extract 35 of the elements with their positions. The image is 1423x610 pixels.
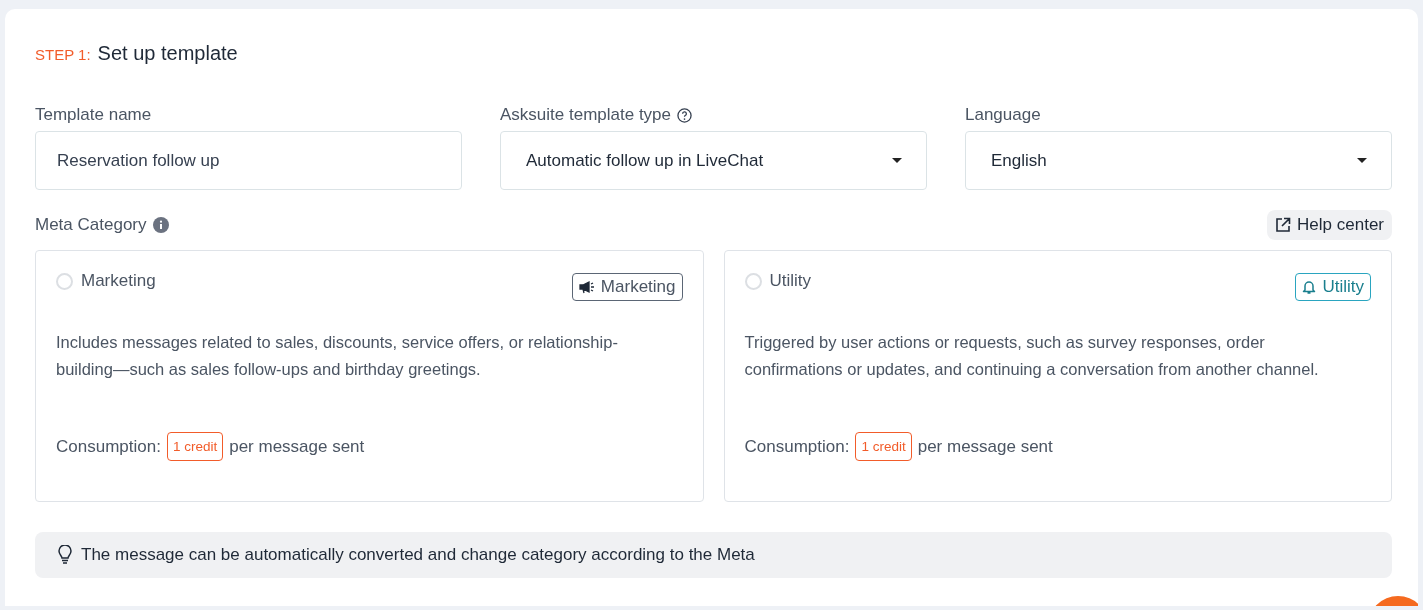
consumption-label: Consumption:	[744, 436, 850, 457]
category-card[interactable]	[723, 250, 1392, 502]
category-card[interactable]: Marketing Marketing Includes messages related to sales, discounts, service offers, or relationship-building—such as sales follow-ups and birthday greetings. Consumption: 1 credit per message sent	[35, 250, 704, 502]
consumption-suffix: per message sent	[229, 436, 365, 457]
input-field[interactable]: Reservation follow up	[35, 131, 462, 190]
category-radio[interactable]: Utility	[744, 271, 812, 291]
field-label: Language	[965, 105, 1041, 125]
section-title: Set up template	[97, 42, 238, 65]
select-field[interactable]: English	[965, 131, 1392, 190]
radio-icon[interactable]	[744, 272, 762, 290]
field-label: Meta Category	[35, 215, 147, 235]
consumption-label: Consumption:	[56, 436, 161, 457]
info-icon	[152, 217, 169, 233]
radio-icon[interactable]	[56, 272, 73, 290]
credit-badge: 1 credit	[855, 432, 912, 461]
step-label: STEP 1:	[35, 46, 91, 63]
field-label: Asksuite template type	[500, 105, 672, 125]
info-text: The message can be automatically converted and change category according to the Meta	[81, 545, 755, 565]
caret-icon	[1357, 158, 1367, 163]
category-tag: Marketing	[571, 273, 683, 301]
category-description: Triggered by user actions or requests, such as survey responses, order confirmations or updates, and continuing a conversation from another channel.	[744, 332, 1320, 380]
category-radio[interactable]: Marketing	[56, 271, 156, 291]
lightbulb-icon	[57, 545, 73, 565]
caret-icon	[892, 158, 902, 163]
megaphone-icon	[578, 280, 595, 294]
consumption-suffix: per message sent	[917, 436, 1053, 457]
credit-badge: 1 credit	[166, 432, 224, 461]
bell-icon	[1302, 279, 1317, 295]
category-description: Includes messages related to sales, discounts, service offers, or relationship-building—such as sales follow-ups and birthday greetings.	[56, 332, 619, 380]
help-icon	[677, 107, 693, 123]
help-center-link[interactable]: Help center	[1267, 210, 1392, 240]
select-field[interactable]: Automatic follow up in LiveChat	[500, 131, 927, 190]
category-tag: Utility	[1295, 273, 1371, 301]
external-link-icon	[1275, 217, 1292, 233]
field-label: Template name	[35, 105, 152, 125]
